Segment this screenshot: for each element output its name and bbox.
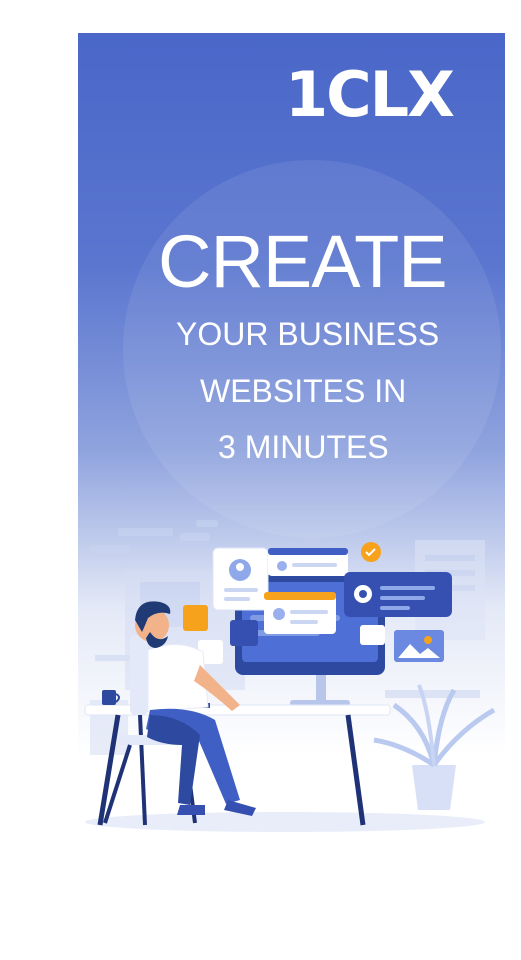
user-card-icon xyxy=(212,547,269,611)
check-icon xyxy=(361,542,381,562)
plant-icon xyxy=(373,684,496,810)
gear-icon xyxy=(344,572,452,617)
office-illustration xyxy=(84,520,496,832)
browser-card-top xyxy=(268,548,348,576)
small-blue-block xyxy=(230,620,258,646)
image-icon xyxy=(394,630,444,662)
orange-block xyxy=(183,605,208,631)
small-white-card xyxy=(360,625,385,645)
browser-card-orange xyxy=(264,592,336,634)
